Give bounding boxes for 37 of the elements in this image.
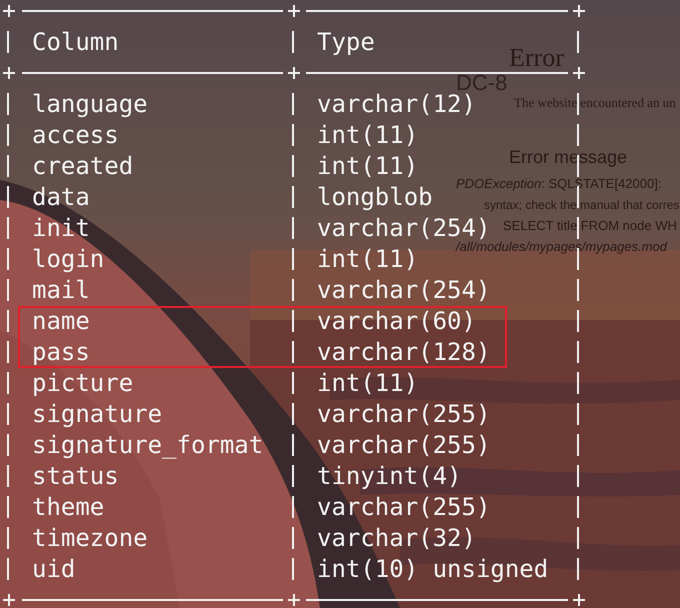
table-cell: name [32, 307, 90, 335]
table-cell: int(11) [317, 121, 418, 149]
table-cell: varchar(32) [317, 524, 476, 552]
table-cell: picture [32, 369, 134, 397]
table-cell: signature_format [32, 431, 264, 459]
table-cell: mail [32, 276, 90, 304]
table-cell: longblob [317, 183, 433, 211]
table-cell: access [32, 121, 119, 149]
file-path: /all/modules/mypages/mypages.mod [456, 240, 667, 254]
table-cell: created [32, 152, 134, 180]
table-cell: language [32, 90, 148, 118]
table-cell: tinyint(4) [317, 462, 462, 490]
table-cell: varchar(60) [317, 307, 476, 335]
column-header: Type [317, 28, 375, 56]
table-cell: varchar(254) [317, 276, 490, 304]
table-cell: varchar(254) [317, 214, 490, 242]
table-cell: varchar(128) [317, 338, 490, 366]
table-cell: timezone [32, 524, 148, 552]
table-cell: data [32, 183, 90, 211]
table-cell: int(11) [317, 245, 418, 273]
table-cell: pass [32, 338, 90, 366]
error-message: syntax; check the manual that corres [484, 199, 680, 212]
table-cell: login [32, 245, 104, 273]
table-cell: int(11) [317, 152, 418, 180]
table-cell: varchar(255) [317, 400, 490, 428]
table-cell: theme [32, 493, 104, 521]
table-cell: varchar(12) [317, 90, 476, 118]
table-cell: int(10) unsigned [317, 555, 548, 583]
error-message: PDOException: SQLSTATE[42000]: [456, 177, 662, 192]
table-cell: int(11) [317, 369, 418, 397]
table-cell: signature [32, 400, 162, 428]
table-cell: status [32, 462, 119, 490]
error-message: SELECT title FROM node WH [503, 219, 677, 234]
column-header: Column [32, 28, 119, 56]
table-cell: uid [32, 555, 76, 583]
table-cell: varchar(255) [317, 493, 490, 521]
table-cell: varchar(255) [317, 431, 490, 459]
